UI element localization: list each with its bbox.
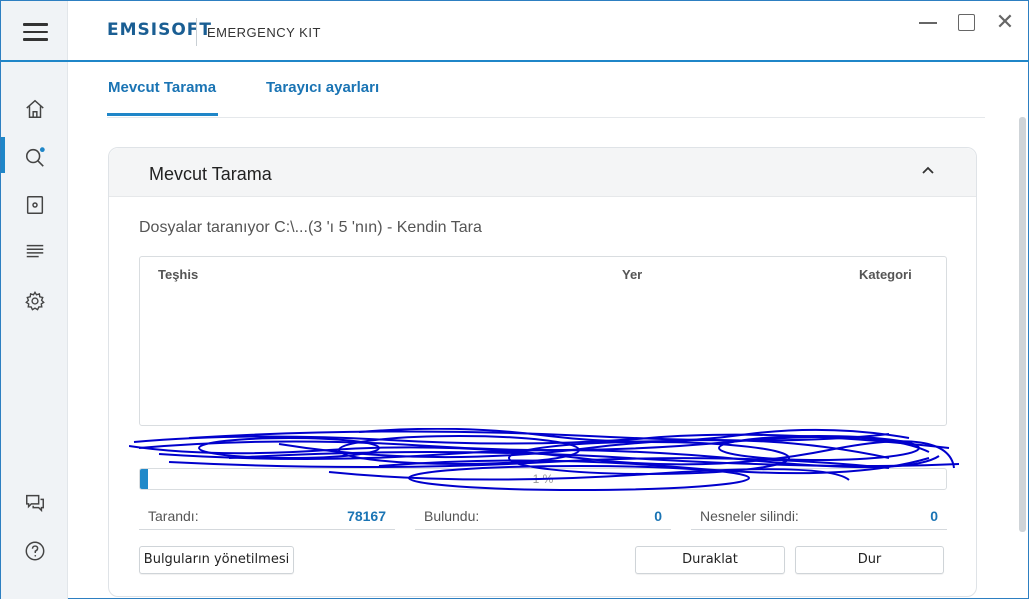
column-header-category[interactable]: Kategori: [859, 267, 912, 282]
pause-button[interactable]: Duraklat: [635, 546, 785, 574]
tab-current-scan[interactable]: Mevcut Tarama: [108, 79, 216, 96]
chat-icon[interactable]: [1, 481, 68, 525]
tab-scanner-settings[interactable]: Tarayıcı ayarları: [266, 79, 379, 96]
panel-title: Mevcut Tarama: [149, 164, 272, 184]
scanned-count: 78167: [347, 508, 386, 524]
scan-progress-bar: 1 %: [139, 468, 947, 490]
stop-button[interactable]: Dur: [795, 546, 944, 574]
stat-removed: Nesneler silindi: 0: [691, 506, 947, 530]
header-divider: [1, 60, 1029, 62]
search-icon[interactable]: [1, 135, 68, 179]
found-label: Bulundu:: [424, 508, 480, 524]
minimize-button[interactable]: [917, 11, 941, 35]
sidebar: [1, 1, 68, 599]
active-tab-indicator: [107, 113, 218, 116]
stat-found: Bulundu: 0: [415, 506, 671, 530]
removed-label: Nesneler silindi:: [700, 508, 799, 524]
tabs-divider: [107, 117, 985, 118]
column-header-location[interactable]: Yer: [622, 267, 642, 282]
help-icon[interactable]: [1, 529, 68, 573]
quarantine-icon[interactable]: [1, 183, 68, 227]
manage-findings-button[interactable]: Bulguların yönetilmesi: [139, 546, 294, 574]
close-button[interactable]: ✕: [993, 11, 1017, 35]
scanned-label: Tarandı:: [148, 508, 199, 524]
gear-icon[interactable]: [1, 279, 68, 323]
app-window: EMSISOFT EMERGENCY KIT ✕ Mevcut Tarama T…: [0, 0, 1029, 599]
logo-separator: [196, 18, 197, 46]
chevron-up-icon[interactable]: [921, 164, 935, 178]
found-count: 0: [654, 508, 662, 524]
scan-status-text: Dosyalar taranıyor C:\...(3 'ı 5 'nın) -…: [139, 219, 482, 236]
panel-header[interactable]: Mevcut Tarama: [109, 148, 976, 197]
stat-scanned: Tarandı: 78167: [139, 506, 395, 530]
home-icon[interactable]: [1, 87, 68, 131]
current-scan-panel: Mevcut Tarama Dosyalar taranıyor C:\...(…: [108, 147, 977, 597]
progress-percent: 1 %: [532, 472, 554, 486]
removed-count: 0: [930, 508, 938, 524]
results-table[interactable]: Teşhis Yer Kategori: [139, 256, 947, 426]
product-name: EMERGENCY KIT: [207, 25, 321, 40]
vertical-scrollbar[interactable]: [1019, 117, 1026, 532]
logs-icon[interactable]: [1, 230, 68, 274]
menu-icon[interactable]: [23, 23, 48, 43]
column-header-detection[interactable]: Teşhis: [158, 267, 198, 282]
maximize-button[interactable]: [955, 11, 979, 35]
